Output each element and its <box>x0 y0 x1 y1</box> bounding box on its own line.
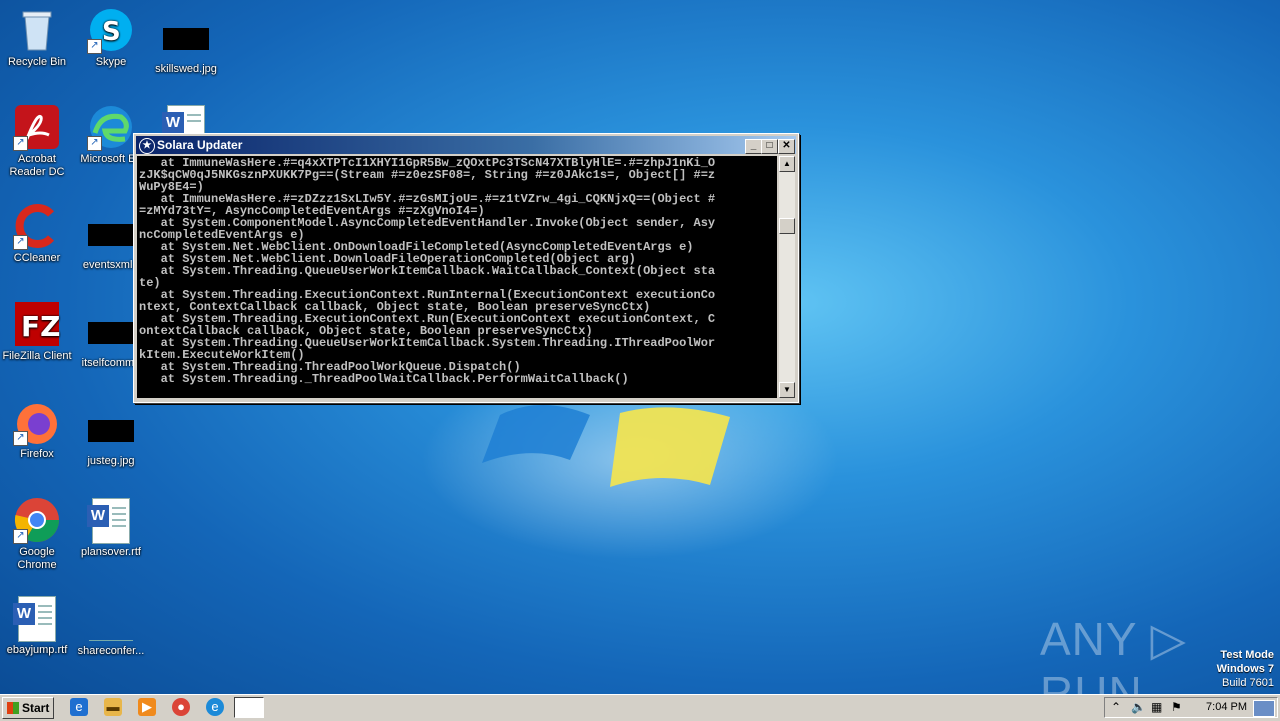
shortcut-arrow-icon: ↗ <box>13 529 28 544</box>
desktop-icon-label: justeg.jpg <box>87 455 135 467</box>
skype-icon: S ↗ <box>87 6 135 54</box>
window-title: Solara Updater <box>157 138 243 152</box>
console-window[interactable]: ★ Solara Updater _ □ ✕ at ImmuneWasHere.… <box>133 133 799 403</box>
svg-text:S: S <box>102 17 121 47</box>
word-doc-icon: W <box>13 596 56 642</box>
desktop-icon-filezilla[interactable]: FZ FileZilla Client <box>0 300 74 363</box>
desktop-icon-skillswed[interactable]: skillswed.jpg <box>149 15 223 76</box>
desktop-icon-ebayjump[interactable]: W ebayjump.rtf <box>0 594 74 657</box>
scroll-up-icon[interactable]: ▲ <box>779 156 795 172</box>
desktop-icon-label: shareconfer... <box>77 645 145 657</box>
window-titlebar[interactable]: ★ Solara Updater _ □ ✕ <box>136 136 796 154</box>
filezilla-icon: FZ <box>13 300 61 348</box>
desktop-icon-label: Recycle Bin <box>7 56 67 68</box>
test-mode-label: Test Mode <box>1220 649 1274 661</box>
chrome-taskbar-icon[interactable]: ● <box>172 698 190 716</box>
start-label: Start <box>22 701 50 715</box>
system-tray: ⌃ 🔈 ▦ ⚑ 7:04 PM <box>1104 697 1278 718</box>
desktop-icon-label: skillswed.jpg <box>155 63 217 75</box>
desktop-icon-label: CCleaner <box>13 252 61 264</box>
os-name: Windows 7 <box>1216 663 1274 675</box>
start-button[interactable]: Start <box>2 697 54 719</box>
ie-icon[interactable]: e <box>70 698 88 716</box>
acrobat-icon: ↗ <box>13 103 61 151</box>
image-thumbnail <box>88 420 134 442</box>
svg-text:FZ: FZ <box>21 310 60 343</box>
desktop-icon-ccleaner[interactable]: ↗ CCleaner <box>0 202 74 265</box>
desktop-icon-chrome[interactable]: ↗ Google Chrome <box>0 496 74 572</box>
desktop-icon-firefox[interactable]: ↗ Firefox <box>0 398 74 461</box>
stack-trace-text: at ImmuneWasHere.#=q4xXTPTcI1XHYI1GpR5Bw… <box>139 156 716 386</box>
desktop-icon-plansover[interactable]: W plansover.rtf <box>74 496 148 559</box>
tray-expand-icon[interactable]: ⌃ <box>1111 698 1121 717</box>
shortcut-arrow-icon: ↗ <box>87 136 102 151</box>
volume-icon[interactable]: 🔈 <box>1131 698 1146 717</box>
test-mode-notice: Test Mode Windows 7 Build 7601 <box>1217 648 1274 690</box>
network-icon[interactable]: ▦ <box>1151 698 1162 717</box>
image-thumbnail <box>163 28 209 50</box>
ccleaner-icon: ↗ <box>13 202 61 250</box>
shortcut-arrow-icon: ↗ <box>87 39 102 54</box>
explorer-folder-icon[interactable]: ▬ <box>104 698 122 716</box>
desktop-icon-label: Firefox <box>20 448 54 460</box>
desktop-icon-shareconfer[interactable]: shareconfer... <box>74 620 148 658</box>
windows-logo-icon <box>7 702 19 714</box>
edge-taskbar-icon[interactable]: e <box>206 698 224 716</box>
desktop-icon-justeg[interactable]: justeg.jpg <box>74 407 148 468</box>
edge-icon: ↗ <box>87 103 135 151</box>
console-output[interactable]: at ImmuneWasHere.#=q4xXTPTcI1XHYI1GpR5Bw… <box>137 156 777 398</box>
word-doc-icon: W <box>87 498 130 544</box>
desktop-icon-label: plansover.rtf <box>81 546 141 558</box>
file-icon <box>89 620 133 641</box>
media-player-icon[interactable]: ▶ <box>138 698 156 716</box>
desktop-icon-recycle-bin[interactable]: Recycle Bin <box>0 6 74 69</box>
file-thumbnail <box>88 322 134 344</box>
taskbar-window-button[interactable] <box>234 697 264 718</box>
scrollbar-thumb[interactable] <box>779 218 795 234</box>
maximize-button[interactable]: □ <box>761 139 778 154</box>
scroll-down-icon[interactable]: ▼ <box>779 382 795 398</box>
chrome-icon: ↗ <box>13 496 61 544</box>
shortcut-arrow-icon: ↗ <box>13 431 28 446</box>
desktop-icon-label: FileZilla Client <box>2 350 72 362</box>
desktop-icon-acrobat[interactable]: ↗ Acrobat Reader DC <box>0 103 74 179</box>
desktop-icon-label: Acrobat Reader DC <box>9 153 65 178</box>
show-desktop-button[interactable] <box>1253 700 1275 717</box>
desktop-icon-label: ebayjump.rtf <box>6 644 68 656</box>
minimize-button[interactable]: _ <box>745 139 762 154</box>
action-center-flag-icon[interactable]: ⚑ <box>1171 698 1182 717</box>
firefox-icon: ↗ <box>13 398 61 446</box>
clock[interactable]: 7:04 PM <box>1206 698 1247 717</box>
close-button[interactable]: ✕ <box>778 139 795 154</box>
app-star-icon: ★ <box>139 138 155 154</box>
shortcut-arrow-icon: ↗ <box>13 136 28 151</box>
os-build: Build 7601 <box>1222 677 1274 689</box>
desktop-icon-label: Skype <box>95 56 127 68</box>
vertical-scrollbar[interactable]: ▲ ▼ <box>779 156 795 398</box>
desktop-icon-label: Google Chrome <box>17 546 57 571</box>
taskbar: Start e ▬ ▶ ● e ⌃ 🔈 ▦ ⚑ 7:04 PM <box>0 694 1280 721</box>
windows-flag-wallpaper-icon <box>482 405 730 487</box>
desktop-icon-skype[interactable]: S ↗ Skype <box>74 6 148 69</box>
recycle-bin-icon <box>13 6 61 54</box>
shortcut-arrow-icon: ↗ <box>13 235 28 250</box>
file-thumbnail <box>88 224 134 246</box>
